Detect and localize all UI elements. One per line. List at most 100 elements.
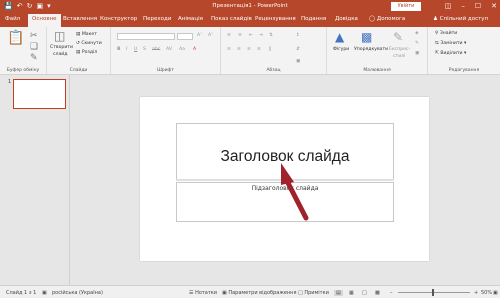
font-color-icon[interactable]: A — [193, 47, 196, 52]
numbering-icon[interactable]: ≡ — [238, 33, 242, 38]
slide-thumbnail[interactable] — [13, 79, 66, 109]
comments-button[interactable]: □ Примітки — [298, 290, 329, 296]
tab-help[interactable]: Довідка — [335, 16, 358, 22]
zoom-slider-knob[interactable] — [432, 289, 434, 296]
smartart-icon[interactable]: ▣ — [296, 59, 300, 64]
columns-icon[interactable]: ‖ — [269, 47, 271, 52]
reset-icon: ↺ — [76, 41, 80, 46]
thumbnail-number: 1 — [8, 79, 12, 85]
tab-design[interactable]: Конструктор — [100, 16, 137, 22]
spelling-icon[interactable]: ▣ — [42, 290, 47, 296]
window-controls: ◫ – ☐ ✕ — [445, 1, 497, 11]
tab-transitions[interactable]: Переходи — [143, 16, 171, 22]
tell-me-label: Допомога — [376, 16, 406, 22]
align-right-icon[interactable]: ≡ — [247, 47, 251, 52]
zoom-in-icon[interactable]: + — [474, 290, 478, 296]
reset-button[interactable]: ↺ Скинути — [76, 41, 102, 46]
close-icon[interactable]: ✕ — [491, 1, 497, 11]
justify-icon[interactable]: ≡ — [257, 47, 261, 52]
shape-effects-icon[interactable]: ▣ — [415, 51, 419, 56]
bold-icon[interactable]: B — [117, 47, 121, 52]
find-button[interactable]: ⚲ Знайти — [435, 31, 457, 36]
shape-outline-icon[interactable]: ✎ — [415, 41, 419, 46]
zoom-level[interactable]: 50% — [481, 290, 492, 296]
reading-view-icon[interactable]: □ — [362, 290, 367, 296]
strikethrough-icon[interactable]: abc — [152, 47, 160, 52]
align-center-icon[interactable]: ≡ — [237, 47, 241, 52]
group-clipboard: 📋 ✂ ❏ ✎ Буфер обміну — [0, 27, 47, 74]
select-icon: ⇱ — [435, 51, 439, 56]
select-button[interactable]: ⇱ Виділити ▾ — [435, 51, 466, 56]
grow-font-icon[interactable]: A˄ — [197, 33, 202, 38]
shapes-button[interactable]: Фігури — [333, 47, 349, 52]
text-direction-icon[interactable]: ↕ — [296, 33, 300, 38]
group-font: A˄ A˅ B I U S abc AV Aa A Шрифт — [111, 27, 221, 74]
quick-styles-button-line2[interactable]: стилі — [393, 54, 405, 59]
shrink-font-icon[interactable]: A˅ — [208, 33, 213, 38]
shadow-icon[interactable]: S — [143, 47, 146, 52]
paste-icon[interactable]: 📋 — [7, 31, 24, 45]
format-painter-icon[interactable]: ✎ — [30, 53, 38, 63]
share-button[interactable]: ♟ Спільний доступ — [433, 16, 488, 22]
tab-file[interactable]: Файл — [5, 16, 20, 22]
tab-slide-show[interactable]: Показ слайдів — [211, 16, 252, 22]
language-status[interactable]: російська (Україна) — [52, 290, 103, 296]
view-settings-icon: ▣ — [222, 290, 227, 296]
view-settings-button[interactable]: ▣ Параметри відображення — [222, 290, 296, 296]
zoom-out-icon[interactable]: – — [390, 290, 393, 296]
slideshow-icon[interactable]: ▩ — [375, 290, 380, 296]
tab-review[interactable]: Рецензування — [255, 16, 296, 22]
tab-view[interactable]: Подання — [301, 16, 326, 22]
group-paragraph: ≡ ≡ ⇤ ⇥ ⇅ ↕ ≡ ≡ ≡ ≡ ‖ ⇵ ▣ Абзац — [221, 27, 327, 74]
tab-insert[interactable]: Вставлення — [63, 16, 97, 22]
comments-icon: □ — [298, 290, 303, 296]
arrange-icon[interactable]: ▩ — [361, 31, 372, 43]
slide-sorter-icon[interactable]: ▦ — [349, 290, 354, 296]
replace-button[interactable]: ⇆ Замінити ▾ — [435, 41, 466, 46]
notes-button[interactable]: ☰ Нотатки — [189, 290, 217, 296]
shape-fill-icon[interactable]: ◈ — [415, 31, 419, 36]
search-icon: ⚲ — [435, 31, 439, 36]
new-slide-button[interactable]: Створити — [50, 45, 73, 50]
fit-to-window-icon[interactable]: ▣ — [493, 290, 498, 296]
increase-indent-icon[interactable]: ⇥ — [259, 33, 263, 38]
align-left-icon[interactable]: ≡ — [227, 47, 231, 52]
shapes-icon[interactable]: ▲ — [335, 31, 344, 43]
new-slide-icon[interactable]: ◫ — [54, 30, 65, 42]
group-label-drawing: Малювання — [363, 68, 391, 73]
line-spacing-icon[interactable]: ⇅ — [269, 33, 273, 38]
layout-button[interactable]: ▤ Макет — [76, 32, 97, 37]
ribbon: 📋 ✂ ❏ ✎ Буфер обміну ◫ Створити слайд ▤ … — [0, 27, 500, 75]
layout-icon: ▤ — [76, 32, 81, 37]
layout-label: Макет — [81, 32, 97, 37]
bullets-icon[interactable]: ≡ — [227, 33, 231, 38]
minimize-icon[interactable]: – — [461, 1, 465, 11]
font-size-field[interactable] — [177, 33, 193, 40]
quick-styles-button[interactable]: Експрес- — [389, 47, 410, 52]
zoom-slider[interactable] — [398, 289, 470, 296]
tell-me[interactable]: ◯ Допомога — [369, 16, 405, 22]
title-bar: 💾 ↶ ↻ ▣ ▾ Презентація1 - PowerPoint Увій… — [0, 0, 500, 13]
new-slide-button-line2[interactable]: слайд — [53, 52, 67, 57]
quick-styles-icon[interactable]: ✎ — [393, 31, 403, 43]
char-spacing-icon[interactable]: AV — [166, 47, 172, 52]
cut-icon[interactable]: ✂ — [30, 31, 38, 41]
group-label-paragraph: Абзац — [266, 68, 281, 73]
underline-icon[interactable]: U — [134, 47, 137, 52]
decrease-indent-icon[interactable]: ⇤ — [249, 33, 253, 38]
normal-view-icon[interactable]: ▤ — [334, 290, 343, 296]
section-button[interactable]: ▤ Розділ — [76, 50, 97, 55]
arrow-pointer-icon — [281, 163, 309, 221]
tab-animations[interactable]: Анімація — [178, 16, 203, 22]
sign-in-button[interactable]: Увійти — [391, 2, 421, 11]
italic-icon[interactable]: I — [126, 47, 127, 52]
maximize-icon[interactable]: ☐ — [475, 1, 481, 11]
align-text-icon[interactable]: ⇵ — [296, 47, 300, 52]
reset-label: Скинути — [81, 41, 102, 46]
font-name-field[interactable] — [117, 33, 175, 40]
ribbon-display-icon[interactable]: ◫ — [445, 1, 452, 11]
arrange-button[interactable]: Упорядкувати — [354, 47, 388, 52]
change-case-icon[interactable]: Aa — [179, 47, 185, 52]
tab-home[interactable]: Основне — [28, 14, 61, 27]
copy-icon[interactable]: ❏ — [30, 42, 38, 52]
